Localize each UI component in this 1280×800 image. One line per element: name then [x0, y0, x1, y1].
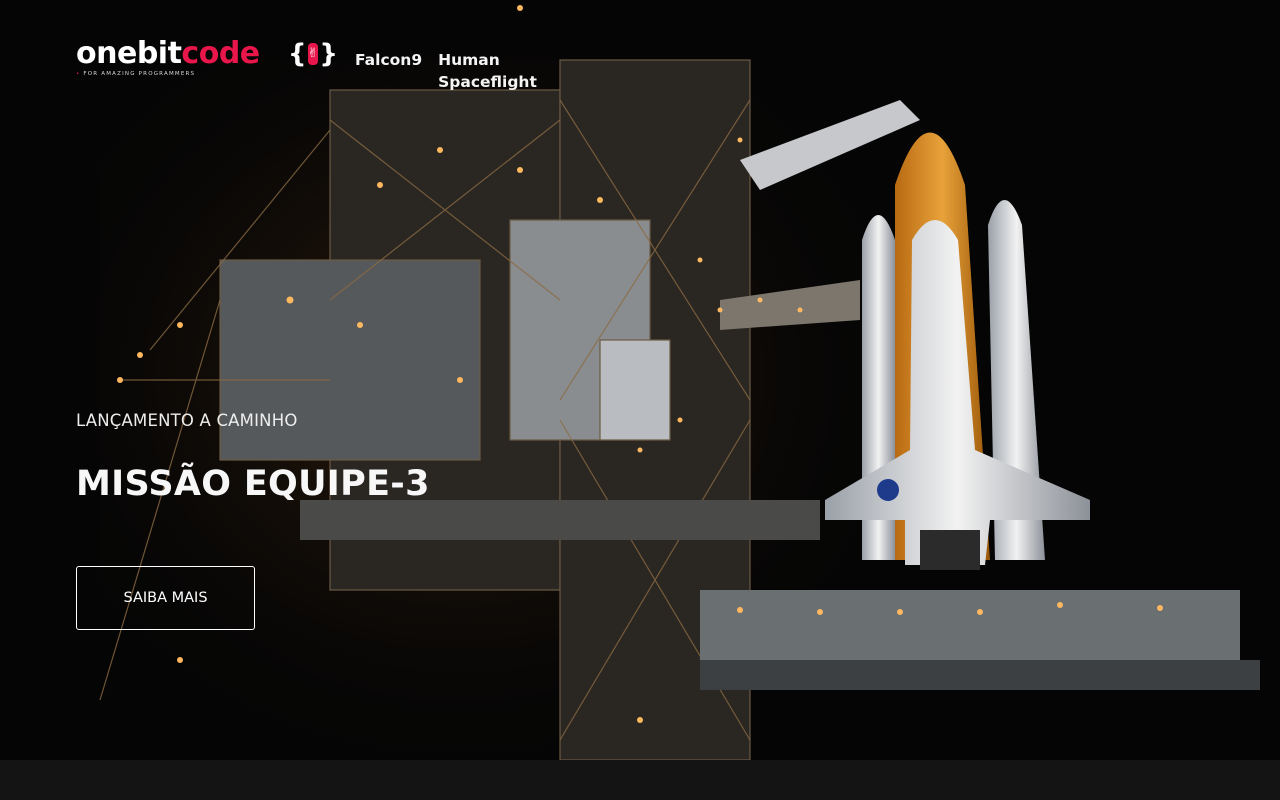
site-header: onebitcode { ✌ } • FOR AMAZING PROGRAMME… [76, 36, 537, 91]
logo-braces: { ✌ } [288, 36, 338, 72]
logo-brace-close: } [319, 39, 338, 69]
learn-more-button[interactable]: SAIBA MAIS [76, 566, 255, 630]
logo-brace-open: { [288, 39, 307, 69]
nav-link-human-spaceflight[interactable]: Human Spaceflight [438, 49, 537, 93]
logo-tagline-dot: • [76, 71, 81, 77]
nav-link-falcon9[interactable]: Falcon9 [355, 49, 422, 93]
logo-tagline: • FOR AMAZING PROGRAMMERS [76, 71, 195, 77]
logo-word-main: onebit [76, 36, 182, 71]
logo-wordmark: onebitcode [76, 36, 260, 72]
hero-background-image [0, 0, 1280, 800]
hero-title: MISSÃO EQUIPE-3 [76, 464, 430, 504]
main-nav: Falcon9 Human Spaceflight [355, 49, 537, 93]
hero-eyebrow: LANÇAMENTO A CAMINHO [76, 411, 298, 430]
logo-tagline-text: FOR AMAZING PROGRAMMERS [83, 71, 196, 77]
rock-hand-icon: ✌ [307, 43, 319, 65]
logo-word-accent: code [181, 36, 260, 71]
brand-logo[interactable]: onebitcode { ✌ } • FOR AMAZING PROGRAMME… [76, 36, 338, 84]
